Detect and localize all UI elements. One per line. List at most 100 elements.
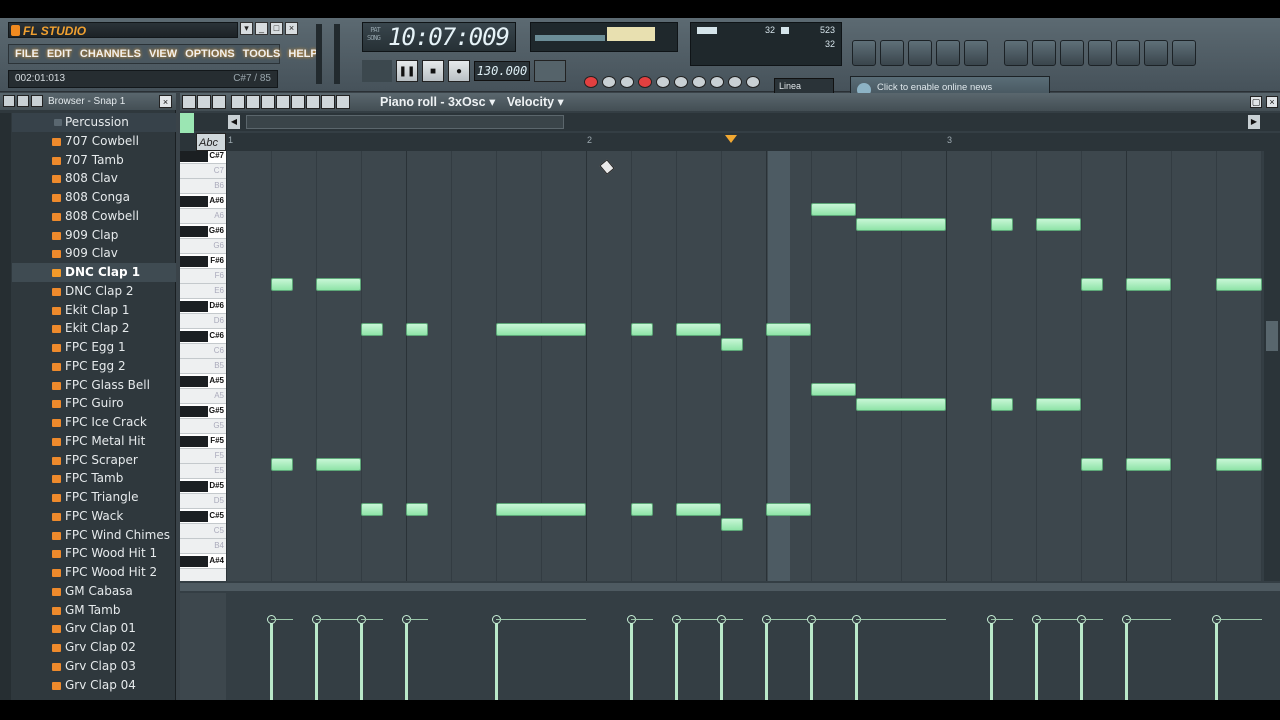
piano-key[interactable]: D6	[180, 314, 226, 329]
velocity-handle[interactable]	[1212, 615, 1221, 700]
minimize-icon[interactable]: _	[255, 22, 268, 35]
browser-item[interactable]: FPC Wood Hit 1	[12, 544, 176, 563]
note[interactable]	[361, 323, 383, 336]
note[interactable]	[1126, 278, 1171, 291]
piano-key[interactable]: C6	[180, 344, 226, 359]
browser-snap-icon[interactable]	[31, 95, 43, 107]
velocity-handle[interactable]	[357, 615, 366, 700]
browser-folder[interactable]: Percussion	[12, 113, 176, 132]
piano-key[interactable]: B4	[180, 539, 226, 554]
overview-scroll[interactable]: ◀ ▶	[180, 113, 1280, 131]
browser-item[interactable]: 808 Clav	[12, 169, 176, 188]
browser-item[interactable]: Grv Clap 03	[12, 657, 176, 676]
playlist-icon[interactable]	[852, 40, 876, 66]
pattern-selector[interactable]	[534, 60, 566, 82]
snap-selector[interactable]: Linea	[774, 78, 834, 94]
search-icon[interactable]	[1116, 40, 1140, 66]
browser-item[interactable]: DNC Clap 2	[12, 282, 176, 301]
tempo-display[interactable]: 130.000	[474, 61, 530, 81]
browser-item[interactable]: FPC Ice Crack	[12, 413, 176, 432]
record-mode-led[interactable]	[584, 76, 598, 88]
note[interactable]	[1036, 398, 1081, 411]
piano-key[interactable]: G#5	[180, 404, 226, 419]
paint-tool-icon[interactable]	[246, 95, 260, 109]
browser-item[interactable]: FPC Wack	[12, 507, 176, 526]
mixer-icon[interactable]	[964, 40, 988, 66]
browser-item[interactable]: DNC Clap 1	[12, 263, 176, 282]
velocity-handle[interactable]	[1122, 615, 1131, 700]
scroll-left-icon[interactable]: ◀	[228, 115, 240, 129]
close-icon[interactable]: ×	[285, 22, 298, 35]
velocity-handle[interactable]	[987, 615, 996, 700]
play-icon[interactable]	[212, 95, 226, 109]
browser-item[interactable]: FPC Wood Hit 2	[12, 563, 176, 582]
overview-thumb[interactable]	[246, 115, 564, 129]
piano-key[interactable]: E6	[180, 284, 226, 299]
note[interactable]	[991, 398, 1013, 411]
piano-key[interactable]: C#7	[180, 151, 226, 164]
mute-tool-icon[interactable]	[276, 95, 290, 109]
note[interactable]	[496, 323, 586, 336]
piano-key[interactable]: G5	[180, 419, 226, 434]
pause-button[interactable]: ❚❚	[396, 60, 418, 82]
vertical-scrollbar[interactable]	[1264, 151, 1280, 581]
browser-item[interactable]: 909 Clav	[12, 244, 176, 263]
step-edit-led[interactable]	[638, 76, 652, 88]
render-icon[interactable]	[1060, 40, 1084, 66]
note[interactable]	[271, 278, 293, 291]
piano-key[interactable]: A5	[180, 389, 226, 404]
note[interactable]	[766, 323, 811, 336]
scroll-led[interactable]	[728, 76, 742, 88]
browser-menu-icon[interactable]	[3, 95, 15, 107]
velocity-handle[interactable]	[312, 615, 321, 700]
piano-keyboard[interactable]: C#7 C7 B6 A#6 A6 G#6 G6 F#6 F6 E6 D#6 D6 C#6 C6 B5 A#5 A…	[180, 151, 226, 581]
piano-key[interactable]: F5	[180, 449, 226, 464]
velocity-handle[interactable]	[717, 615, 726, 700]
piano-roll-detach-icon[interactable]: ▢	[1250, 96, 1262, 108]
velocity-handle[interactable]	[807, 615, 816, 700]
select-tool-icon[interactable]	[306, 95, 320, 109]
browser-item[interactable]: FPC Wind Chimes	[12, 526, 176, 545]
piano-key[interactable]: F6	[180, 269, 226, 284]
browser-item[interactable]: GM Tamb	[12, 601, 176, 620]
velocity-handle[interactable]	[627, 615, 636, 700]
browser-scrollbar[interactable]	[0, 113, 11, 700]
browser-close-icon[interactable]: ×	[159, 95, 172, 108]
menu-icon[interactable]: ▾	[240, 22, 253, 35]
multilink-led[interactable]	[746, 76, 760, 88]
piano-key[interactable]: D#5	[180, 479, 226, 494]
save-icon[interactable]	[1032, 40, 1056, 66]
help-icon[interactable]	[1172, 40, 1196, 66]
vertical-scroll-thumb[interactable]	[1266, 321, 1278, 351]
note[interactable]	[406, 323, 428, 336]
piano-key[interactable]: C5	[180, 524, 226, 539]
menu-edit[interactable]: EDIT	[47, 48, 72, 60]
note[interactable]	[1081, 278, 1103, 291]
maximize-icon[interactable]: □	[270, 22, 283, 35]
piano-roll-close-icon[interactable]: ×	[1266, 96, 1278, 108]
note[interactable]	[856, 218, 946, 231]
piano-key[interactable]: B5	[180, 359, 226, 374]
note-grid[interactable]	[226, 151, 1262, 581]
menu-tools[interactable]: TOOLS	[243, 48, 281, 60]
piano-roll-menu-icon[interactable]	[182, 95, 196, 109]
event-pane-divider[interactable]	[180, 583, 1280, 591]
note[interactable]	[1081, 458, 1103, 471]
browser-item[interactable]: GM Cabasa	[12, 582, 176, 601]
browser-item[interactable]: FPC Guiro	[12, 394, 176, 413]
browser-item[interactable]: Ekit Clap 2	[12, 319, 176, 338]
velocity-handle[interactable]	[1032, 615, 1041, 700]
project-info-icon[interactable]	[1144, 40, 1168, 66]
scroll-right-icon[interactable]: ▶	[1248, 115, 1260, 129]
note[interactable]	[676, 323, 721, 336]
undo-icon[interactable]	[1004, 40, 1028, 66]
piano-key[interactable]: A#6	[180, 194, 226, 209]
menu-view[interactable]: VIEW	[149, 48, 177, 60]
piano-key[interactable]: G6	[180, 239, 226, 254]
note-name-toggle[interactable]: Abc	[196, 133, 226, 151]
browser-item[interactable]: FPC Scraper	[12, 451, 176, 470]
note[interactable]	[1126, 458, 1171, 471]
velocity-handle[interactable]	[672, 615, 681, 700]
browser-item[interactable]: 909 Clap	[12, 226, 176, 245]
velocity-handle[interactable]	[267, 615, 276, 700]
